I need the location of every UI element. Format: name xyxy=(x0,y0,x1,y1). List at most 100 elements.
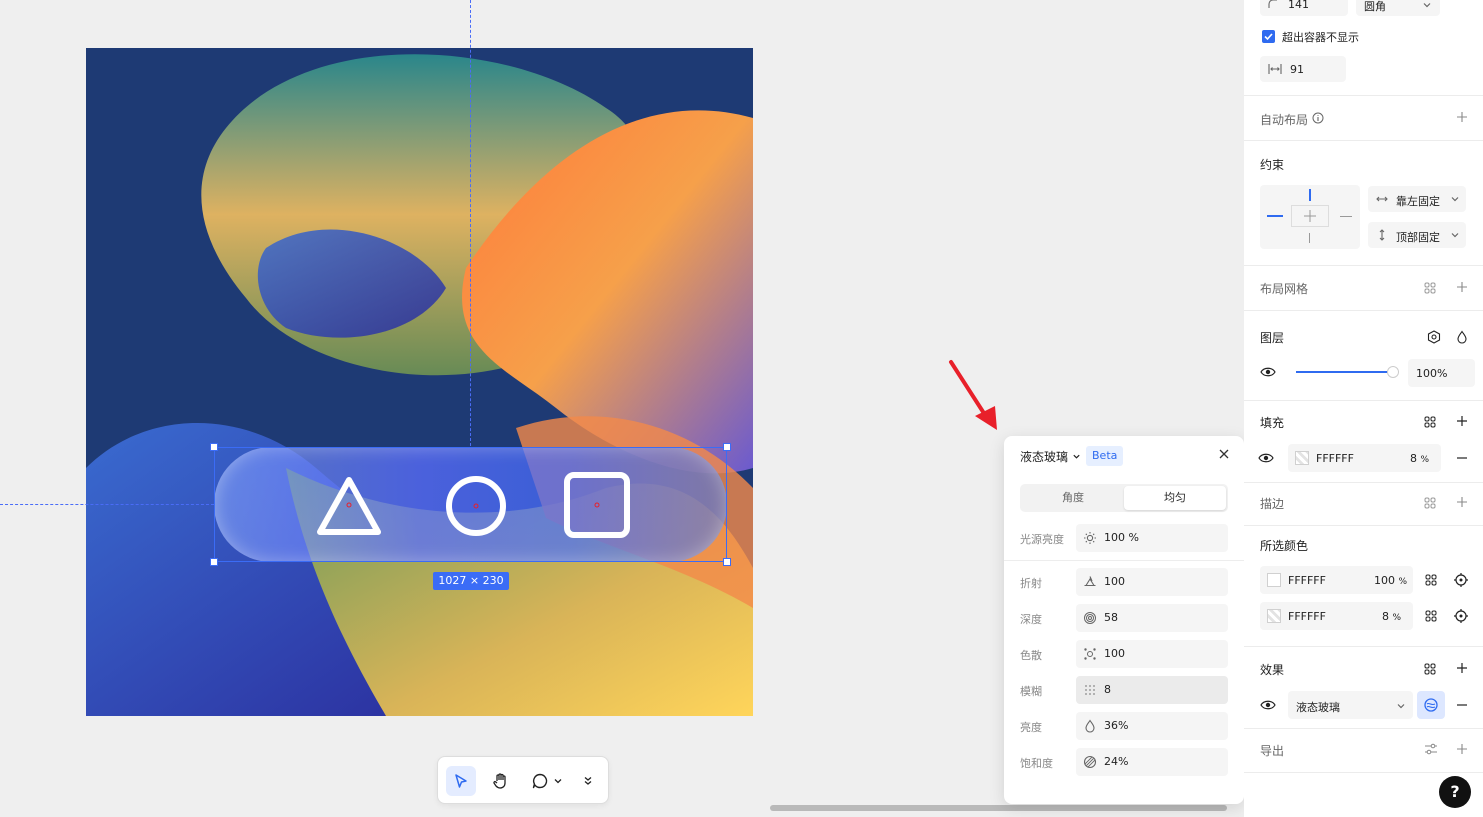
target-select-icon[interactable] xyxy=(1453,572,1469,588)
layer-opacity-input[interactable]: 100% xyxy=(1408,359,1475,387)
selected-color-hex-2: FFFFFF xyxy=(1288,610,1326,623)
add-stroke-icon[interactable] xyxy=(1456,496,1468,508)
clip-content-checkbox[interactable] xyxy=(1262,30,1275,43)
drop-icon[interactable] xyxy=(1456,330,1468,344)
spacing-input[interactable]: 91 xyxy=(1260,56,1346,82)
divider xyxy=(1244,772,1483,773)
corner-radius-value: 141 xyxy=(1288,0,1309,11)
light-brightness-label: 光源亮度 xyxy=(1020,533,1064,546)
resize-handle-top-right[interactable] xyxy=(723,443,731,451)
selected-color-swatch-2[interactable] xyxy=(1267,609,1281,623)
refraction-row: 折射 100 xyxy=(1020,568,1228,596)
eye-icon[interactable] xyxy=(1260,366,1276,378)
move-tool-button[interactable] xyxy=(446,766,476,796)
add-layout-grid-icon[interactable] xyxy=(1456,281,1468,293)
horizontal-scrollbar[interactable] xyxy=(770,805,1227,811)
brightness-input[interactable]: 36% xyxy=(1076,712,1228,740)
fill-color-swatch[interactable] xyxy=(1295,451,1309,465)
remove-fill-icon[interactable] xyxy=(1456,452,1468,464)
add-fill-icon[interactable] xyxy=(1456,415,1468,427)
refraction-input[interactable]: 100 xyxy=(1076,568,1228,596)
sliders-icon[interactable] xyxy=(1424,743,1438,755)
selected-color-opacity-2: 8 xyxy=(1382,610,1389,623)
corner-radius-input[interactable]: 141 xyxy=(1260,0,1348,16)
dispersion-input[interactable]: 100 xyxy=(1076,640,1228,668)
vertical-constraint-value: 顶部固定 xyxy=(1396,231,1440,244)
refraction-icon xyxy=(1082,574,1098,590)
layer-opacity-slider-thumb[interactable] xyxy=(1387,366,1399,378)
info-icon[interactable] xyxy=(1312,112,1324,124)
dispersion-icon xyxy=(1082,646,1098,662)
fill-color-input[interactable]: FFFFFF 8 % xyxy=(1288,444,1441,472)
artboard-background-image[interactable] xyxy=(86,48,753,716)
constraint-right-line[interactable] xyxy=(1340,216,1352,217)
hand-tool-button[interactable] xyxy=(486,766,516,796)
effect-type-select[interactable]: 液态玻璃 xyxy=(1288,691,1413,719)
corner-type-value: 圆角 xyxy=(1364,0,1386,13)
style-icon[interactable] xyxy=(1424,663,1436,675)
divider xyxy=(1244,482,1483,483)
add-effect-icon[interactable] xyxy=(1456,662,1468,674)
selected-color-row-1[interactable]: FFFFFF 100 % xyxy=(1260,566,1413,594)
effect-settings-button[interactable] xyxy=(1417,691,1445,719)
style-icon[interactable] xyxy=(1425,574,1437,586)
help-button[interactable]: ? xyxy=(1439,776,1471,808)
blur-input[interactable]: 8 xyxy=(1076,676,1228,704)
remove-effect-icon[interactable] xyxy=(1456,699,1468,711)
constraint-inner-box xyxy=(1291,205,1329,227)
fill-title: 填充 xyxy=(1260,416,1285,430)
corner-type-select[interactable]: 圆角 xyxy=(1356,0,1440,16)
comment-icon xyxy=(532,773,548,789)
target-select-icon[interactable] xyxy=(1453,608,1469,624)
resize-handle-bottom-right[interactable] xyxy=(723,558,731,566)
divider xyxy=(1244,265,1483,266)
close-icon[interactable] xyxy=(1218,448,1230,460)
selected-color-hex-1: FFFFFF xyxy=(1288,574,1326,587)
vertical-constraint-select[interactable]: 顶部固定 xyxy=(1368,222,1466,248)
layer-title: 图层 xyxy=(1260,331,1285,345)
depth-input[interactable]: 58 xyxy=(1076,604,1228,632)
divider xyxy=(1244,525,1483,526)
divider xyxy=(1244,400,1483,401)
layer-opacity-slider[interactable] xyxy=(1296,371,1388,373)
style-icon[interactable] xyxy=(1425,610,1437,622)
style-icon[interactable] xyxy=(1424,282,1436,294)
tab-uniform[interactable]: 均匀 xyxy=(1124,486,1226,510)
depth-label: 深度 xyxy=(1020,613,1042,626)
more-tools-button[interactable] xyxy=(574,766,602,796)
refraction-label: 折射 xyxy=(1020,577,1042,590)
constraint-bottom-line[interactable] xyxy=(1309,233,1310,243)
light-brightness-row: 光源亮度 100 % xyxy=(1020,524,1228,552)
light-brightness-input[interactable]: 100 % xyxy=(1076,524,1228,552)
constraint-top-line[interactable] xyxy=(1309,189,1311,201)
divider xyxy=(1244,140,1483,141)
resize-handle-bottom-left[interactable] xyxy=(210,558,218,566)
abstract-wallpaper xyxy=(86,48,753,716)
liquid-glass-title-dropdown[interactable]: 液态玻璃 xyxy=(1020,448,1081,465)
tab-angle[interactable]: 角度 xyxy=(1022,486,1124,510)
constraint-diagram[interactable] xyxy=(1260,185,1360,249)
horizontal-constraint-select[interactable]: 靠左固定 xyxy=(1368,186,1466,212)
light-mode-toggle: 角度 均匀 xyxy=(1020,484,1228,512)
add-export-icon[interactable] xyxy=(1456,743,1468,755)
add-auto-layout-icon[interactable] xyxy=(1456,111,1468,123)
chevron-down-icon xyxy=(1397,704,1405,709)
style-icon[interactable] xyxy=(1424,416,1436,428)
resize-handle-top-left[interactable] xyxy=(210,443,218,451)
blend-mode-icon[interactable] xyxy=(1427,330,1441,344)
export-title: 导出 xyxy=(1260,744,1285,758)
fill-opacity-unit: % xyxy=(1420,455,1430,465)
selected-color-swatch-1[interactable] xyxy=(1267,573,1281,587)
eye-icon[interactable] xyxy=(1258,452,1274,464)
horizontal-spacing-icon xyxy=(1268,64,1282,74)
blur-icon xyxy=(1082,682,1098,698)
style-icon[interactable] xyxy=(1424,497,1436,509)
saturation-input[interactable]: 24% xyxy=(1076,748,1228,776)
selected-color-row-2[interactable]: FFFFFF 8 % xyxy=(1260,602,1413,630)
eye-icon[interactable] xyxy=(1260,699,1276,711)
comment-tool-button[interactable] xyxy=(526,766,568,796)
constraint-left-line[interactable] xyxy=(1267,215,1283,217)
blur-value: 8 xyxy=(1104,683,1111,696)
properties-panel: 141 圆角 超出容器不显示 91 自动布局 约束 靠左固定 顶部固定 布局网格… xyxy=(1244,0,1483,817)
selection-box[interactable] xyxy=(214,447,727,562)
